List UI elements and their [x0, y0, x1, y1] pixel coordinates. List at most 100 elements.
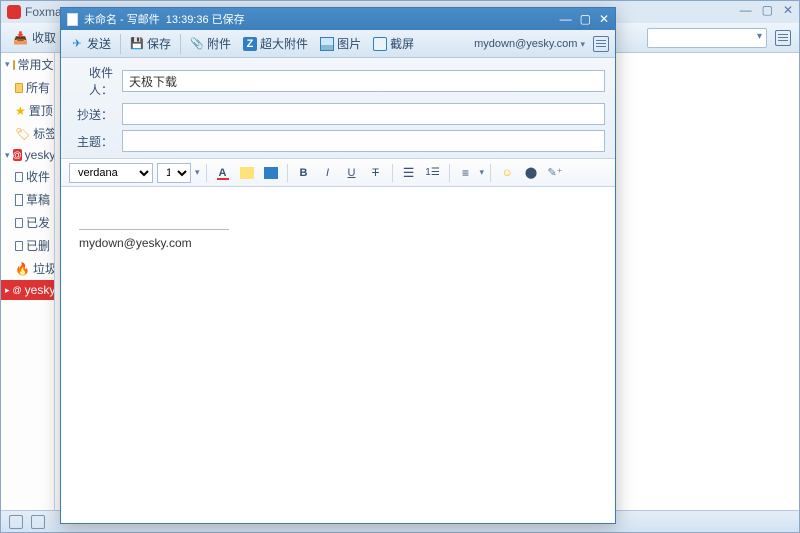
italic-button[interactable]: I: [318, 163, 338, 183]
save-icon: 💾: [130, 37, 144, 51]
receive-button[interactable]: 📥 收取: [9, 27, 60, 48]
fill-icon: [264, 167, 278, 179]
search-input[interactable]: ▾: [647, 28, 767, 48]
compose-minimize-button[interactable]: —: [560, 12, 572, 26]
align-button[interactable]: ≡: [456, 163, 476, 183]
send-button[interactable]: ✈发送: [67, 34, 114, 53]
main-window-controls: — ▢ ✕: [740, 3, 793, 17]
spam-icon: 🔥: [15, 262, 30, 276]
draft-icon: [15, 194, 23, 206]
signature-divider: [79, 229, 229, 230]
font-family-select[interactable]: verdana: [69, 163, 153, 183]
compose-window-controls: — ▢ ✕: [560, 12, 609, 26]
sidebar-account-1[interactable]: ▾@yesky(: [1, 145, 54, 165]
compose-saved-time: 13:39:36 已保存: [166, 11, 245, 27]
sidebar-item-tags[interactable]: 🏷标签: [1, 122, 54, 145]
to-label: 收件人：: [71, 64, 117, 98]
highlight-button[interactable]: [237, 163, 257, 183]
separator: [490, 164, 491, 182]
sidebar-mailbox-sent[interactable]: 已发: [1, 211, 54, 234]
compose-window: 未命名 - 写邮件 13:39:36 已保存 — ▢ ✕ ✈发送 💾保存 📎附件…: [60, 7, 616, 524]
emoji-button[interactable]: ☺: [497, 163, 517, 183]
subject-label: 主题：: [71, 133, 117, 150]
underline-button[interactable]: U: [342, 163, 362, 183]
compose-options-button[interactable]: [593, 36, 609, 52]
sidebar-mailbox-spam[interactable]: 🔥垃圾: [1, 257, 54, 280]
bullet-list-button[interactable]: ☰: [399, 163, 419, 183]
sidebar-account-2[interactable]: ▸@yesky(: [1, 280, 54, 300]
contacts-button[interactable]: [31, 515, 45, 529]
app-logo-icon: [7, 5, 21, 19]
expand-icon: ▾: [5, 59, 10, 70]
document-icon: [67, 13, 78, 26]
list-view-button[interactable]: [775, 30, 791, 46]
big-attach-icon: Z: [243, 37, 257, 51]
compose-title: 未命名 - 写邮件: [84, 11, 160, 27]
collapse-icon: ▸: [5, 285, 10, 296]
highlight-icon: [240, 167, 254, 179]
from-account-dropdown[interactable]: mydown@yesky.com ▾: [474, 38, 585, 50]
star-icon: ★: [15, 104, 26, 118]
sidebar-folder-common[interactable]: ▾常用文: [1, 53, 54, 76]
cc-label: 抄送：: [71, 106, 117, 123]
sidebar-item-pinned[interactable]: ★置顶: [1, 99, 54, 122]
compose-titlebar[interactable]: 未命名 - 写邮件 13:39:36 已保存 — ▢ ✕: [61, 8, 615, 30]
format-painter-button[interactable]: ✎⁺: [545, 163, 565, 183]
subject-input[interactable]: [122, 130, 605, 152]
sidebar-item-all[interactable]: 所有: [1, 76, 54, 99]
account-icon: @: [13, 149, 22, 161]
signature-text: mydown@yesky.com: [79, 236, 597, 250]
attach-button[interactable]: 📎附件: [187, 34, 234, 53]
sidebar-mailbox-drafts[interactable]: 草稿: [1, 188, 54, 211]
separator: [206, 164, 207, 182]
separator: [449, 164, 450, 182]
trash-icon: [15, 241, 23, 251]
account-icon: @: [13, 284, 22, 296]
sidebar-mailbox-inbox[interactable]: 收件: [1, 165, 54, 188]
save-button[interactable]: 💾保存: [127, 34, 174, 53]
toolbar-separator: [180, 34, 181, 54]
compose-close-button[interactable]: ✕: [599, 12, 609, 26]
maximize-button[interactable]: ▢: [762, 3, 773, 17]
insert-image-button[interactable]: 图片: [317, 34, 364, 53]
image-icon: [320, 37, 334, 51]
folder-icon: [13, 60, 15, 70]
chevron-down-icon: ▾: [195, 167, 200, 178]
to-input[interactable]: [122, 70, 605, 92]
camera-icon: [373, 37, 387, 51]
strikethrough-button[interactable]: T: [366, 163, 386, 183]
sent-icon: [15, 218, 23, 228]
link-button[interactable]: ⬤: [521, 163, 541, 183]
separator: [287, 164, 288, 182]
font-color-button[interactable]: A: [213, 163, 233, 183]
compose-maximize-button[interactable]: ▢: [580, 12, 591, 26]
font-size-select[interactable]: 10: [157, 163, 191, 183]
inbox-icon: [15, 172, 23, 182]
calendar-button[interactable]: [9, 515, 23, 529]
screenshot-button[interactable]: 截屏: [370, 34, 417, 53]
bg-color-button[interactable]: [261, 163, 281, 183]
chevron-down-icon: ▾: [580, 39, 585, 49]
send-icon: ✈: [70, 37, 84, 51]
sidebar-mailbox-trash[interactable]: 已删: [1, 234, 54, 257]
folder-icon: [15, 83, 23, 93]
big-attach-button[interactable]: Z超大附件: [240, 34, 311, 53]
cc-input[interactable]: [122, 103, 605, 125]
minimize-button[interactable]: —: [740, 3, 752, 17]
expand-icon: ▾: [5, 150, 10, 161]
receive-label: 收取: [32, 29, 56, 46]
tag-icon: 🏷: [15, 127, 30, 141]
compose-toolbar: ✈发送 💾保存 📎附件 Z超大附件 图片 截屏 mydown@yesky.com…: [61, 30, 615, 58]
compose-body[interactable]: mydown@yesky.com: [61, 187, 615, 523]
inbox-icon: 📥: [13, 31, 28, 45]
paperclip-icon: 📎: [190, 37, 204, 51]
separator: [392, 164, 393, 182]
numbered-list-button[interactable]: 1☰: [423, 163, 443, 183]
toolbar-separator: [120, 34, 121, 54]
compose-fields: 收件人： 抄送： 主题：: [61, 58, 615, 159]
chevron-down-icon: ▾: [480, 167, 485, 178]
sidebar: ▾常用文 所有 ★置顶 🏷标签 ▾@yesky( 收件 草稿 已发 已删 🔥垃圾…: [1, 53, 55, 510]
close-button[interactable]: ✕: [783, 3, 793, 17]
format-toolbar: verdana 10 ▾ A B I U T ☰ 1☰ ≡ ▾ ☺ ⬤ ✎⁺: [61, 159, 615, 187]
bold-button[interactable]: B: [294, 163, 314, 183]
